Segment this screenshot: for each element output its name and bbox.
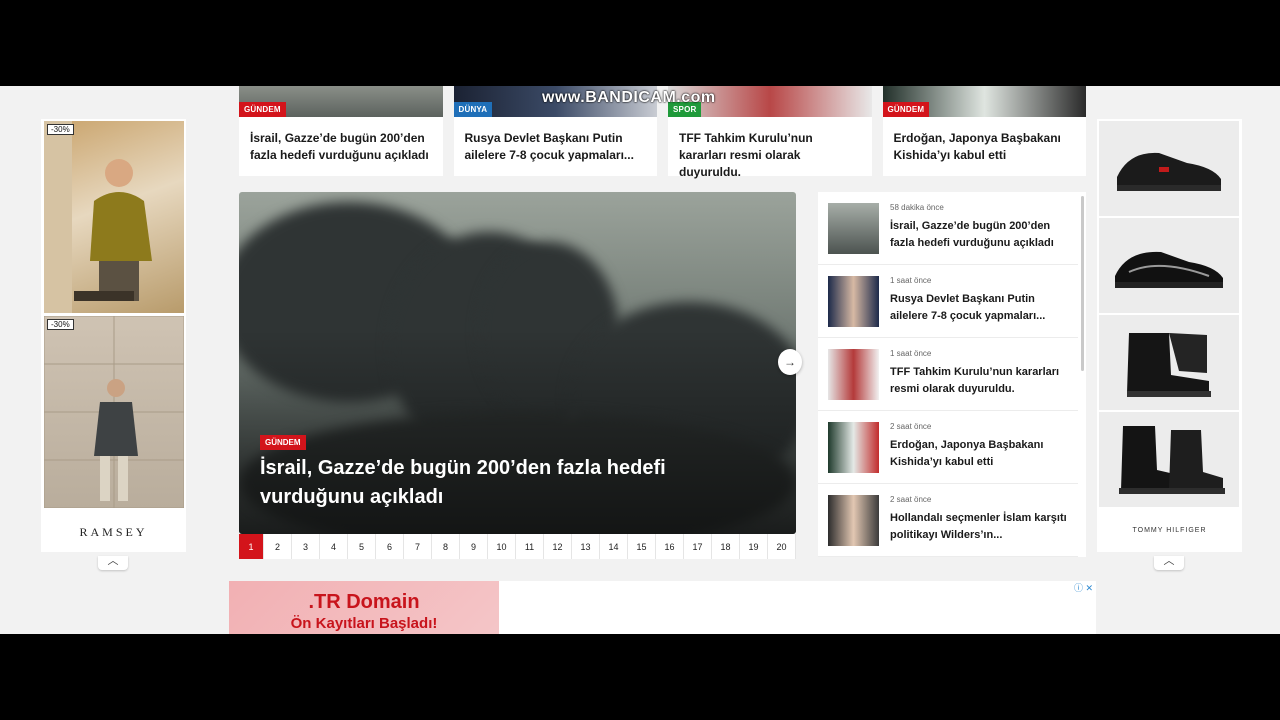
ad-product-coat-image[interactable]: -30% — [43, 315, 185, 509]
latest-news-list: 58 dakika önce İsrail, Gazze’de bugün 20… — [818, 192, 1086, 557]
collapse-ad-chevron-up-icon[interactable]: ︿ — [1154, 556, 1184, 570]
ad-product-boot-image[interactable] — [1099, 315, 1239, 410]
bottom-banner-ad[interactable]: .TR Domain Ön Kayıtları Başladı! ⓘ ✕ — [229, 581, 1096, 634]
news-thumbnail[interactable] — [828, 276, 879, 327]
page-number-button[interactable]: 4 — [320, 534, 348, 559]
page-number-button[interactable]: 5 — [348, 534, 376, 559]
list-item[interactable]: 58 dakika önce İsrail, Gazze’de bugün 20… — [818, 192, 1078, 265]
discount-badge: -30% — [47, 319, 74, 330]
news-title[interactable]: Erdoğan, Japonya Başbakanı Kishida’yı ka… — [890, 437, 1070, 471]
ad-product-sneaker-image[interactable] — [1099, 121, 1239, 216]
news-title[interactable]: Erdoğan, Japonya Başbakanı Kishida’yı ka… — [883, 117, 1087, 164]
page-number-button[interactable]: 19 — [740, 534, 768, 559]
banner-image[interactable]: .TR Domain Ön Kayıtları Başladı! — [229, 581, 499, 634]
page-number-button[interactable]: 12 — [544, 534, 572, 559]
page-number-button[interactable]: 6 — [376, 534, 404, 559]
ad-product-chelsea-boot-image[interactable] — [1099, 412, 1239, 507]
news-time: 2 saat önce — [890, 422, 932, 431]
discount-badge: -30% — [47, 124, 74, 135]
page-number-button[interactable]: 1 — [239, 534, 264, 559]
category-badge: GÜNDEM — [882, 102, 930, 117]
recorder-watermark: www.BANDICAM.com — [542, 89, 716, 106]
page-number-button[interactable]: 15 — [628, 534, 656, 559]
top-news-card[interactable]: GÜNDEM İsrail, Gazze’de bugün 200’den fa… — [239, 86, 443, 176]
ad-brand-logo: RAMSEY — [79, 525, 148, 539]
slider-next-arrow-icon[interactable]: → — [778, 349, 802, 375]
page-number-button[interactable]: 3 — [292, 534, 320, 559]
news-title[interactable]: İsrail, Gazze’de bugün 200’den fazla hed… — [239, 117, 443, 164]
list-item[interactable]: 2 saat önce Hollandalı seçmenler İslam k… — [818, 484, 1078, 557]
page-number-button[interactable]: 14 — [600, 534, 628, 559]
news-page: ⓘ ✕ -30% — [0, 86, 1280, 634]
headline-slider[interactable]: GÜNDEM İsrail, Gazze’de bugün 200’den fa… — [239, 192, 796, 534]
news-title[interactable]: Rusya Devlet Başkanı Putin ailelere 7-8 … — [890, 291, 1070, 325]
sneaker-icon — [1117, 152, 1221, 191]
page-number-button[interactable]: 20 — [768, 534, 796, 559]
left-side-ad[interactable]: ⓘ ✕ -30% — [41, 119, 186, 552]
slider-pagination: 1 2 3 4 5 6 7 8 9 10 11 12 13 14 15 16 1… — [239, 534, 796, 559]
page-number-button[interactable]: 16 — [656, 534, 684, 559]
page-number-button[interactable]: 11 — [516, 534, 544, 559]
model-figure-icon — [44, 121, 152, 313]
news-title[interactable]: TFF Tahkim Kurulu’nun kararları resmi ol… — [890, 364, 1070, 398]
category-badge: DÜNYA — [453, 102, 493, 117]
news-time: 1 saat önce — [890, 276, 932, 285]
banner-subheadline: Ön Kayıtları Başladı! — [290, 615, 438, 632]
list-item[interactable]: 1 saat önce Rusya Devlet Başkanı Putin a… — [818, 265, 1078, 338]
adchoices-icon[interactable]: ⓘ ✕ — [1074, 581, 1093, 594]
news-time: 2 saat önce — [890, 495, 932, 504]
news-time: 58 dakika önce — [890, 203, 944, 212]
news-thumbnail[interactable] — [828, 495, 879, 546]
news-thumbnail[interactable]: GÜNDEM — [882, 86, 1086, 117]
page-number-button[interactable]: 2 — [264, 534, 292, 559]
list-scrollbar[interactable] — [1081, 196, 1084, 371]
boot-icon — [1119, 425, 1225, 494]
collapse-ad-chevron-up-icon[interactable]: ︿ — [98, 556, 128, 570]
category-badge: GÜNDEM — [260, 435, 306, 450]
list-item[interactable]: 1 saat önce TFF Tahkim Kurulu’nun kararl… — [818, 338, 1078, 411]
right-side-ad[interactable]: ⓘ ✕ — [1097, 119, 1242, 552]
news-thumbnail[interactable] — [828, 203, 879, 254]
news-title[interactable]: TFF Tahkim Kurulu’nun kararları resmi ol… — [668, 117, 872, 181]
sneaker-icon — [1115, 251, 1223, 288]
news-thumbnail[interactable]: GÜNDEM — [239, 86, 443, 117]
page-number-button[interactable]: 9 — [460, 534, 488, 559]
news-thumbnail[interactable] — [828, 349, 879, 400]
video-letterbox-top — [0, 0, 1280, 86]
banner-headline: .TR Domain — [308, 591, 420, 613]
page-number-button[interactable]: 18 — [712, 534, 740, 559]
slider-headline[interactable]: İsrail, Gazze’de bugün 200’den fazla hed… — [260, 454, 730, 512]
page-number-button[interactable]: 13 — [572, 534, 600, 559]
news-title[interactable]: Hollandalı seçmenler İslam karşıtı polit… — [890, 510, 1070, 544]
page-number-button[interactable]: 7 — [404, 534, 432, 559]
ad-product-jacket-image[interactable]: -30% — [44, 121, 184, 313]
top-news-card[interactable]: GÜNDEM Erdoğan, Japonya Başbakanı Kishid… — [882, 86, 1087, 176]
list-item[interactable]: 2 saat önce Erdoğan, Japonya Başbakanı K… — [818, 411, 1078, 484]
ad-product-sneaker-image[interactable] — [1099, 218, 1239, 313]
page-number-button[interactable]: 10 — [488, 534, 516, 559]
ad-brand-logo: TOMMY HILFIGER — [1132, 527, 1207, 534]
news-thumbnail[interactable] — [828, 422, 879, 473]
news-title[interactable]: Rusya Devlet Başkanı Putin ailelere 7-8 … — [454, 117, 658, 164]
news-title[interactable]: İsrail, Gazze’de bugün 200’den fazla hed… — [890, 218, 1070, 252]
news-time: 1 saat önce — [890, 349, 932, 358]
page-number-button[interactable]: 8 — [432, 534, 460, 559]
category-badge: GÜNDEM — [239, 102, 286, 117]
boot-icon — [1127, 332, 1211, 397]
video-letterbox-bottom — [0, 634, 1280, 720]
page-number-button[interactable]: 17 — [684, 534, 712, 559]
model-figure-icon — [43, 315, 185, 509]
